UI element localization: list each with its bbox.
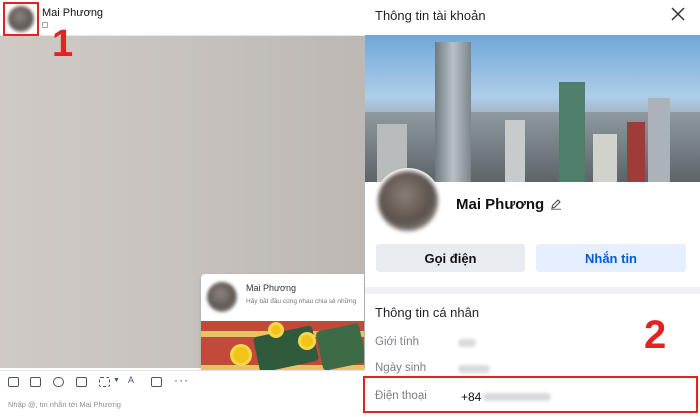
card-avatar xyxy=(207,282,237,312)
contact-card-message[interactable]: Mai Phương Hãy bắt đầu cùng nhau chia sẻ… xyxy=(201,274,364,382)
message-button[interactable]: Nhắn tin xyxy=(536,244,686,272)
photo-pillow xyxy=(315,322,364,372)
annotation-phone-highlight xyxy=(363,376,698,413)
avatar xyxy=(8,6,34,32)
building xyxy=(505,120,525,182)
tower xyxy=(435,42,471,182)
personal-info-title: Thông tin cá nhân xyxy=(375,305,480,320)
emoji-icon[interactable] xyxy=(8,377,19,387)
card-description: Hãy bắt đầu cùng nhau chia sẻ những xyxy=(246,298,357,305)
panel-title: Thông tin tài khoản xyxy=(375,8,486,23)
gender-value-redacted xyxy=(458,339,476,347)
gender-label: Giới tính xyxy=(375,336,419,348)
building xyxy=(648,98,670,182)
section-divider xyxy=(365,287,700,294)
photo-flower xyxy=(301,335,313,347)
profile-avatar[interactable] xyxy=(375,168,441,234)
card-name: Mai Phương xyxy=(246,283,296,293)
photo-flower xyxy=(233,347,249,363)
birthday-value-redacted xyxy=(458,365,490,373)
close-icon[interactable] xyxy=(671,7,685,21)
file-icon[interactable] xyxy=(99,377,110,387)
more-icon[interactable]: ··· xyxy=(174,373,189,387)
call-button[interactable]: Gọi điện xyxy=(376,244,525,272)
edit-icon[interactable] xyxy=(550,198,562,210)
annotation-marker-1: 1 xyxy=(52,23,74,65)
image-icon[interactable] xyxy=(30,377,41,387)
annotation-marker-2: 2 xyxy=(644,313,667,357)
reminder-icon[interactable] xyxy=(151,377,162,387)
message-input-placeholder: Nhập @, tin nhắn tới Mai Phương xyxy=(8,400,121,409)
chat-pane: Mai Phương Mai Phương Hãy bắt đầu cùng n… xyxy=(0,0,365,417)
birthday-label: Ngày sinh xyxy=(375,362,427,374)
building xyxy=(627,122,645,182)
format-icon[interactable]: A xyxy=(128,375,139,385)
app-window: Mai Phương Mai Phương Hãy bắt đầu cùng n… xyxy=(0,0,700,417)
chat-messages-area: Mai Phương Hãy bắt đầu cùng nhau chia sẻ… xyxy=(0,36,365,382)
contact-tag-icon[interactable] xyxy=(42,22,48,28)
chat-contact-name[interactable]: Mai Phương xyxy=(42,7,103,19)
chevron-down-icon[interactable]: ▼ xyxy=(113,377,120,384)
chat-header-avatar[interactable] xyxy=(3,2,39,36)
profile-name: Mai Phương xyxy=(456,196,545,213)
screenshot-icon[interactable] xyxy=(76,377,87,387)
building xyxy=(593,134,617,182)
building xyxy=(559,82,585,182)
attachment-icon[interactable] xyxy=(53,377,64,387)
cover-photo xyxy=(365,35,700,182)
composer-toolbar: ▼ A ··· xyxy=(0,370,365,392)
avatar xyxy=(378,171,438,231)
message-input[interactable]: Nhập @, tin nhắn tới Mai Phương xyxy=(0,392,365,417)
photo-flower xyxy=(271,325,281,335)
